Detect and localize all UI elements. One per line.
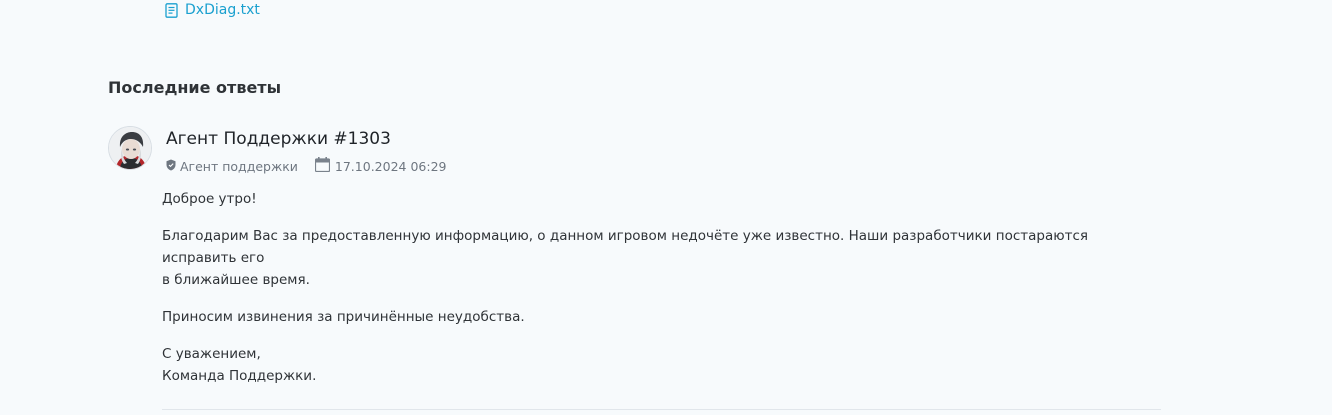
message-greeting: Доброе утро! [162, 191, 257, 207]
shield-icon [166, 159, 176, 175]
message-body-line-1: Благодарим Вас за предоставленную информ… [162, 228, 1089, 266]
message-body: Благодарим Вас за предоставленную информ… [162, 225, 1162, 291]
message-body-line-2: в ближайшее время. [162, 272, 310, 288]
role-label: Агент поддержки [180, 158, 298, 174]
calendar-icon [314, 157, 331, 176]
avatar[interactable] [108, 126, 152, 170]
signoff-line-2: Команда Поддержки. [162, 368, 317, 384]
divider [162, 409, 1161, 410]
reply-author: Агент Поддержки #1303 [166, 129, 391, 149]
reply-meta: Агент поддержки 17.10.2024 06:29 [166, 157, 446, 176]
reply-date-text: 17.10.2024 06:29 [334, 158, 447, 174]
attachment-filename: DxDiag.txt [185, 2, 260, 18]
role-badge: Агент поддержки [166, 159, 298, 175]
message-signoff: С уважением, Команда Поддержки. [162, 343, 1162, 387]
section-title: Последние ответы [108, 78, 282, 97]
message-apology: Приносим извинения за причинённые неудоб… [162, 309, 525, 325]
file-text-icon [165, 2, 178, 18]
signoff-line-1: С уважением, [162, 346, 261, 362]
attachment-link[interactable]: DxDiag.txt [165, 1, 260, 19]
reply-date: 17.10.2024 06:29 [314, 157, 447, 176]
reply-message: Доброе утро! Благодарим Вас за предостав… [162, 188, 1162, 402]
